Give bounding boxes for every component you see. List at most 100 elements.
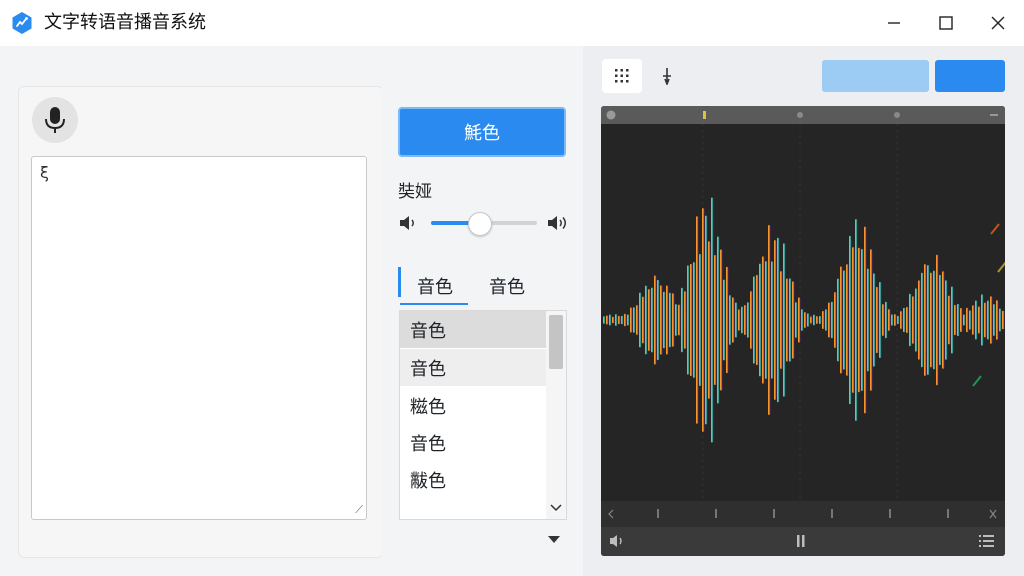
waveform-bar xyxy=(897,315,900,325)
resize-handle[interactable]: ⟋ xyxy=(355,503,363,517)
voice-list-item[interactable]: 音色 xyxy=(400,311,546,348)
waveform-bar xyxy=(810,316,813,324)
speaker-icon[interactable] xyxy=(609,533,627,549)
minimize-button[interactable] xyxy=(868,0,920,46)
waveform-bar xyxy=(957,303,960,337)
maximize-button[interactable] xyxy=(920,0,972,46)
tab-voice-2[interactable]: 音色 xyxy=(489,268,525,304)
list-icon[interactable] xyxy=(979,534,995,548)
waveform-bar xyxy=(846,264,849,376)
waveform-bar xyxy=(774,240,777,400)
waveform-bar xyxy=(873,273,876,367)
waveform-bar xyxy=(909,293,912,347)
waveform-bar xyxy=(699,254,702,386)
voice-list-scrollbar[interactable] xyxy=(546,311,566,519)
scroll-down-button[interactable] xyxy=(549,501,563,515)
waveform-bar xyxy=(711,197,714,443)
pause-icon[interactable] xyxy=(795,534,807,548)
volume-slider[interactable] xyxy=(431,212,537,236)
waveform-bar xyxy=(852,247,855,393)
waveform-bar xyxy=(981,294,984,346)
visualizer-header-markers xyxy=(606,110,998,120)
voice-list-item[interactable]: 黻色 xyxy=(400,461,546,498)
waveform-bar xyxy=(915,288,918,352)
waveform-bar xyxy=(927,265,930,375)
waveform-bar xyxy=(945,280,948,360)
text-input[interactable]: ξ ⟋ xyxy=(31,156,367,520)
waveform-bar xyxy=(993,304,996,336)
waveform-bar xyxy=(948,295,951,345)
grid-view-button[interactable] xyxy=(602,59,642,93)
voice-list-item[interactable]: 糍色 xyxy=(400,387,546,424)
tab-active-marker xyxy=(398,267,401,297)
waveform-bar xyxy=(672,293,675,347)
tab-voice-1[interactable]: 音色 xyxy=(417,268,453,304)
waveform-bar xyxy=(966,307,969,333)
waveform-bar xyxy=(975,300,978,340)
waveform-bar xyxy=(954,304,957,336)
primary-action-button[interactable]: 魹色 xyxy=(398,107,566,157)
waveform-bar xyxy=(732,297,735,343)
waveform-bar xyxy=(759,263,762,377)
timeline-bar[interactable] xyxy=(601,501,1005,527)
waveform-bar xyxy=(747,302,750,338)
waveform-bar xyxy=(771,261,774,379)
waveform-bar xyxy=(825,309,828,331)
volume-slider-thumb[interactable] xyxy=(467,212,492,236)
close-button[interactable] xyxy=(972,0,1024,46)
maximize-icon xyxy=(939,16,953,30)
waveform-bar xyxy=(678,304,681,336)
volume-high-icon xyxy=(548,216,566,230)
waveform-bar xyxy=(990,296,993,344)
waveform-bar xyxy=(675,304,678,336)
waveform-bar xyxy=(630,307,633,333)
waveform-bar xyxy=(870,249,873,391)
voice-list: 音色 音色 糍色 音色 黻色 xyxy=(399,310,567,520)
waveform-bar xyxy=(972,305,975,335)
app-logo-icon xyxy=(12,12,32,34)
waveform-bar xyxy=(930,272,933,368)
visualizer-header xyxy=(601,106,1005,124)
waveform-bar xyxy=(828,302,831,338)
waveform-bar xyxy=(921,272,924,368)
waveform-bar xyxy=(996,300,999,340)
waveform-bar xyxy=(612,316,615,324)
waveform-bar xyxy=(918,280,921,360)
chevron-down-icon xyxy=(550,504,562,512)
tab-underline xyxy=(400,303,468,305)
main-action-button[interactable] xyxy=(935,60,1005,92)
voice-list-item[interactable]: 音色 xyxy=(400,424,546,461)
waveform-bar xyxy=(723,279,726,361)
waveform-bar xyxy=(885,301,888,339)
waveform-bar xyxy=(837,278,840,362)
waveform-bar xyxy=(792,281,795,359)
pin-button[interactable] xyxy=(647,59,687,93)
waveform-bar xyxy=(882,304,885,336)
scrollbar-thumb[interactable] xyxy=(549,315,563,369)
waveform-bar xyxy=(816,316,819,324)
waveform-bar xyxy=(786,278,789,362)
title-bar: 文字转语音播音系统 xyxy=(0,0,1024,46)
triangle-down-icon[interactable] xyxy=(546,535,562,545)
waveform-bar xyxy=(987,300,990,340)
voice-list-item[interactable]: 音色 xyxy=(400,349,546,386)
waveform-bar xyxy=(807,313,810,327)
waveform-bar xyxy=(789,278,792,362)
waveform-bar xyxy=(744,304,747,336)
waveform-bar xyxy=(624,313,627,327)
waveform-bar xyxy=(867,268,870,372)
spark-streak xyxy=(997,261,1005,273)
waveform-bar xyxy=(666,285,669,355)
secondary-action-button[interactable] xyxy=(822,60,929,92)
waveform-bar xyxy=(933,270,936,370)
waveform-bar xyxy=(714,254,717,386)
text-input-value: ξ xyxy=(40,163,49,182)
waveform-bar xyxy=(636,305,639,335)
waveform-bar xyxy=(942,271,945,369)
waveform-bar xyxy=(804,312,807,328)
waveform-bar xyxy=(684,291,687,349)
waveform-bar xyxy=(690,263,693,377)
microphone-button[interactable] xyxy=(32,97,78,143)
waveform-bar xyxy=(669,292,672,348)
waveform-bar xyxy=(858,247,861,393)
